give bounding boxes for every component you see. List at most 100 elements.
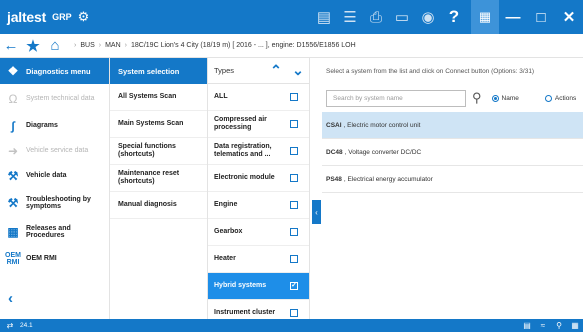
radio-name[interactable]: Name [491,94,519,102]
system-result-row[interactable]: PS48 , Electrical energy accumulator [322,166,583,193]
status-bar: ⇄ 24.1 ▤ ≈ ⚲ ▦ [0,319,583,332]
breadcrumb-man[interactable]: MAN [105,42,121,49]
types-header-label: Types [214,66,235,75]
breadcrumb-bus[interactable]: BUS [80,42,94,49]
type-checkbox[interactable] [290,120,298,128]
system-option-all-scan[interactable]: All Systems Scan [110,84,207,111]
type-label: Gearbox [214,228,243,235]
types-header: Types ⌃ ⌄ [208,58,309,84]
minimize-icon[interactable]: — [499,0,527,34]
sidebar-item-releases-procedures[interactable]: ▦ Releases and Procedures [0,217,109,246]
type-filter-item[interactable]: Engine [208,192,309,219]
chevron-left-icon[interactable]: ‹ [8,290,13,307]
radio-name-label: Name [501,94,519,102]
system-selection-column: System selection All Systems Scan Main S… [110,58,208,319]
sidebar-item-vehicle-data[interactable]: ⚒ Vehicle data [0,163,109,188]
system-code: PS48 [326,175,342,183]
chevron-down-icon[interactable]: ⌄ [287,62,309,79]
folder-icon[interactable]: ▭ [389,0,415,34]
type-filter-item[interactable]: Gearbox [208,219,309,246]
type-checkbox[interactable] [290,309,298,317]
system-result-row[interactable]: CSAI , Electric motor control unit [322,112,583,139]
list-icon[interactable]: ☰ [337,0,363,34]
diagnostics-menu-label: Diagnostics menu [26,66,91,76]
type-checkbox[interactable] [290,147,298,155]
sidebar-item-vehicle-service-data[interactable]: ➜ Vehicle service data [0,138,109,163]
type-filter-item[interactable]: Heater [208,246,309,273]
oem-rmi-icon: OEM RMI [5,251,21,266]
breadcrumb-model[interactable]: 18C/19C Lion's 4 City (18/19 m) [ 2016 -… [131,42,356,49]
help-icon[interactable]: ? [441,0,467,34]
wifi-icon: ≈ [540,321,546,330]
diagnostics-menu-header[interactable]: ❖ Diagnostics menu [0,58,109,84]
favorites-star-icon[interactable]: ★ [22,37,44,55]
jaltest-logo: jaltest [7,9,47,25]
system-code: DC48 [326,148,343,156]
breadcrumb-separator: › [124,42,127,49]
sidebar-item-diagrams[interactable]: ∫ Diagrams [0,113,109,138]
breadcrumb: › BUS › MAN › 18C/19C Lion's 4 City (18/… [70,42,356,49]
type-label: Instrument cluster [214,309,276,316]
apps-grid-icon[interactable]: ▦ [471,0,499,34]
usb-icon: ⇄ [6,321,14,330]
close-icon[interactable]: ✕ [555,0,583,34]
type-checkbox[interactable] [290,228,298,236]
back-arrow-icon[interactable]: ← [0,37,22,54]
type-label: ALL [214,93,228,100]
sidebar-item-label: Vehicle service data [26,147,89,154]
document-icon[interactable]: ▤ [311,0,337,34]
type-checkbox-checked[interactable]: ✓ [290,282,298,290]
maximize-icon[interactable]: □ [527,0,555,34]
type-filter-item[interactable]: Compressed air processing [208,111,309,138]
system-result-row[interactable]: DC48 , Voltage converter DC/DC [322,139,583,166]
system-description: , Electric motor control unit [343,121,421,129]
radio-actions[interactable]: Actions [544,94,577,102]
type-checkbox[interactable] [290,201,298,209]
connection-icon: ▤ [523,321,531,330]
sidebar-item-label: Troubleshooting by symptoms [26,195,91,210]
product-label: GRP [52,12,72,22]
camera-icon[interactable]: ◉ [415,0,441,34]
type-checkbox[interactable] [290,93,298,101]
app-logo: jaltest GRP ⚙ [0,9,89,25]
radio-dot [544,94,552,102]
collapse-panel-button[interactable]: ‹ [312,200,321,224]
breadcrumb-separator: › [74,42,77,49]
system-description: , Voltage converter DC/DC [344,148,422,156]
print-icon[interactable]: ⎙ [363,0,389,34]
system-option-main-scan[interactable]: Main Systems Scan [110,111,207,138]
type-filter-item[interactable]: Instrument cluster [208,300,309,319]
type-filter-item-selected[interactable]: Hybrid systems ✓ [208,273,309,300]
type-filter-item[interactable]: ALL [208,84,309,111]
diagnostics-sidebar: ❖ Diagnostics menu Ω System technical da… [0,58,110,319]
search-icon[interactable]: ⚲ [472,90,482,106]
sidebar-item-label: OEM RMI [26,255,57,262]
type-label: Hybrid systems [214,282,267,289]
type-label: Electronic module [214,174,275,181]
home-icon[interactable]: ⌂ [44,37,66,54]
calendar-icon: ▦ [571,321,579,330]
type-checkbox[interactable] [290,174,298,182]
system-option-manual-diagnosis[interactable]: Manual diagnosis [110,192,207,219]
type-checkbox[interactable] [290,255,298,263]
type-filter-item[interactable]: Data registration, telematics and ... [208,138,309,165]
system-option-special-functions[interactable]: Special functions (shortcuts) [110,138,207,165]
radio-actions-label: Actions [554,94,577,102]
search-input[interactable]: Search by system name [326,89,466,107]
sidebar-item-oem-rmi[interactable]: OEM RMI OEM RMI [0,246,109,271]
sidebar-item-troubleshooting[interactable]: ⚒ Troubleshooting by symptoms [0,188,109,217]
search-status-icon: ⚲ [556,321,562,330]
troubleshooting-icon: ⚒ [7,195,19,210]
nav-bar: ← ★ ⌂ › BUS › MAN › 18C/19C Lion's 4 Cit… [0,34,583,58]
system-option-maintenance-reset[interactable]: Maintenance reset (shortcuts) [110,165,207,192]
diagram-icon: ∫ [11,118,15,133]
sidebar-item-label: System technical data [26,95,95,102]
system-results-panel: Select a system from the list and click … [322,58,583,319]
diagnostics-icon: ❖ [7,64,19,78]
sidebar-item-label: Vehicle data [26,172,67,179]
chevron-up-icon[interactable]: ⌃ [265,62,287,79]
sidebar-item-system-technical-data[interactable]: Ω System technical data [0,84,109,113]
omega-icon: Ω [8,91,18,106]
type-filter-item[interactable]: Electronic module [208,165,309,192]
search-row: Search by system name ⚲ Name Actions [322,84,583,112]
